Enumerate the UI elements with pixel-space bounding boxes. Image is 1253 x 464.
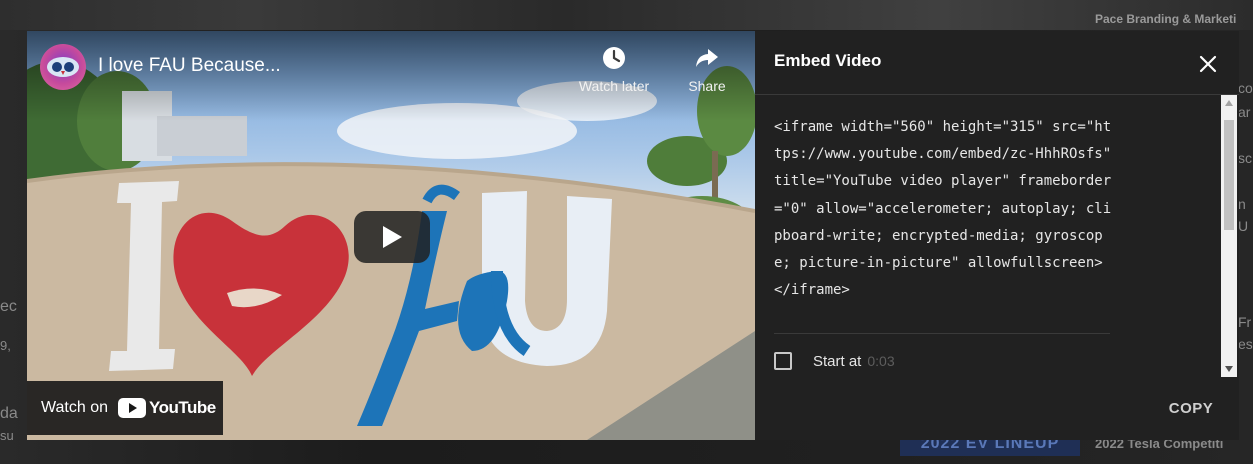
scrollbar-thumb[interactable] (1224, 120, 1234, 230)
background-right-text: es (1238, 336, 1253, 352)
start-at-time: 0:03 (867, 353, 895, 369)
watch-on-youtube-button[interactable]: Watch on YouTube (27, 381, 223, 435)
video-player[interactable]: I love FAU Because... Watch later Share … (27, 31, 755, 440)
scroll-up-arrow[interactable] (1221, 95, 1237, 111)
watch-later-label: Watch later (578, 78, 650, 94)
share-button[interactable]: Share (677, 45, 737, 94)
video-title[interactable]: I love FAU Because... (98, 55, 281, 77)
start-at-row[interactable]: Start at 0:03 (774, 352, 895, 370)
embed-code-scroll-area[interactable]: <iframe width="560" height="315" src="ht… (755, 95, 1221, 377)
play-button[interactable] (354, 211, 430, 263)
watch-on-label: Watch on (41, 399, 108, 416)
background-header-strip (0, 0, 1253, 30)
background-right-text: co (1238, 80, 1253, 96)
embed-panel-title: Embed Video (774, 51, 882, 70)
embed-video-panel: Embed Video <iframe width="560" height="… (755, 31, 1239, 440)
start-at-label: Start at (813, 352, 862, 370)
background-right-text: ar (1238, 104, 1251, 120)
embed-code-text[interactable]: <iframe width="560" height="315" src="ht… (774, 114, 1114, 304)
scrollbar[interactable] (1221, 95, 1237, 377)
scroll-down-arrow[interactable] (1221, 361, 1237, 377)
background-left-text: su (0, 428, 14, 443)
background-left-text: 9, (0, 338, 11, 353)
play-icon (383, 226, 402, 248)
youtube-wordmark: YouTube (149, 398, 216, 417)
close-button[interactable] (1195, 51, 1221, 77)
triangle-up-icon (1225, 100, 1233, 106)
youtube-play-icon (118, 398, 146, 418)
triangle-down-icon (1225, 366, 1233, 372)
close-icon (1199, 55, 1217, 73)
background-left-text: ec (0, 298, 17, 315)
clock-icon (603, 47, 625, 69)
copy-button[interactable]: COPY (1155, 395, 1227, 421)
code-divider (774, 333, 1110, 334)
background-right-text: sc (1238, 150, 1252, 166)
owl-logo-icon (47, 57, 79, 77)
background-right-text: U (1238, 218, 1249, 234)
channel-avatar[interactable] (40, 44, 86, 90)
start-at-checkbox[interactable] (774, 352, 792, 370)
share-arrow-icon (696, 49, 718, 67)
background-right-text: Fr (1238, 314, 1252, 330)
watch-later-button[interactable]: Watch later (572, 45, 656, 94)
background-related-title: Pace Branding & Marketi (1095, 12, 1237, 26)
youtube-logo: YouTube (118, 398, 216, 418)
background-right-text: n (1238, 196, 1246, 212)
background-left-text: da (0, 405, 18, 422)
share-label: Share (688, 78, 726, 94)
